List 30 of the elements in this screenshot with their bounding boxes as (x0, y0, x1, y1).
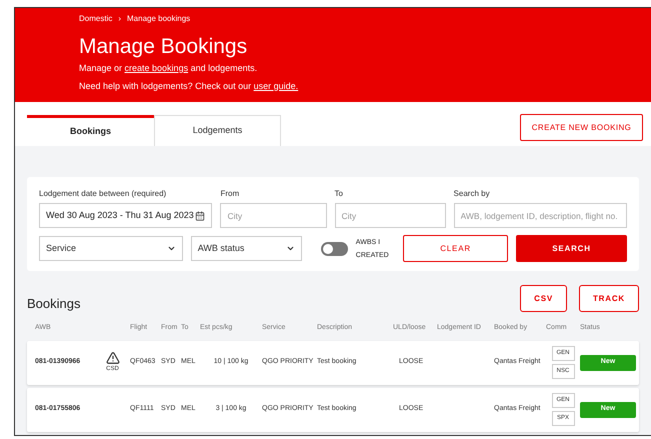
field-label: Search by (454, 188, 491, 200)
action-button[interactable]: CSV (520, 285, 567, 312)
field-label: To (334, 188, 344, 200)
input-field[interactable]: AWB, lodgement ID, description, flight no. (454, 203, 628, 228)
clear-button[interactable]: CLEAR (403, 235, 508, 262)
chevron-icon (286, 244, 295, 253)
help-text: Need help with lodgements? Check out our user guide. (79, 80, 300, 93)
toggle-switch[interactable] (320, 242, 348, 256)
create-bookings-link[interactable]: create bookings (124, 63, 188, 73)
chevron-icon (166, 244, 176, 253)
page-title: Manage Bookings (79, 34, 248, 60)
breadcrumb-link[interactable]: Domestic (79, 13, 112, 25)
tab[interactable]: Lodgements (154, 115, 281, 146)
warning-icon (106, 351, 120, 365)
action-button[interactable]: TRACK (579, 285, 639, 312)
field-label: Lodgement date between (required) (39, 188, 168, 200)
create-booking-button[interactable]: CREATE NEW BOOKING (520, 114, 643, 141)
input-field[interactable]: City (334, 203, 446, 228)
user-guide-link[interactable]: user guide. (254, 80, 298, 90)
field-label: From (220, 188, 240, 200)
breadcrumb-link[interactable]: Manage bookings (127, 13, 190, 25)
select-dropdown[interactable]: AWB status (190, 236, 302, 261)
section-title: Bookings (27, 295, 80, 313)
search-button[interactable]: SEARCH (516, 235, 627, 262)
intro-text: Manage or create bookings and lodgements. (79, 62, 258, 75)
calendar-icon (195, 210, 206, 220)
input-field[interactable]: City (220, 203, 327, 228)
select-dropdown[interactable]: Service (39, 236, 183, 261)
breadcrumb-separator: › (118, 13, 122, 25)
date-field[interactable]: Wed 30 Aug 2023 - Thu 31 Aug 2023 (39, 203, 212, 228)
